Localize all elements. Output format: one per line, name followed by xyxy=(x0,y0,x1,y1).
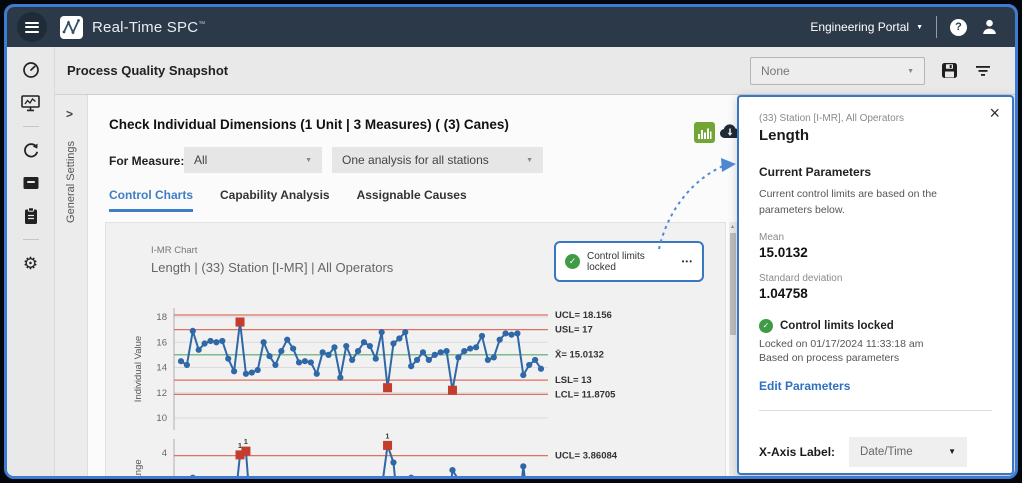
svg-text:1: 1 xyxy=(238,443,242,450)
chevron-down-icon: ▼ xyxy=(526,157,533,164)
svg-text:X̄= 15.0132: X̄= 15.0132 xyxy=(555,350,604,361)
chevron-down-icon: ▼ xyxy=(916,24,923,31)
control-chart-card: I-MR Chart Length | (33) Station [I-MR] … xyxy=(105,222,726,476)
user-account-icon[interactable] xyxy=(980,18,999,36)
chevron-down-icon: ▼ xyxy=(948,447,956,456)
general-settings-label: General Settings xyxy=(65,141,77,223)
expand-chevron-icon[interactable]: > xyxy=(66,107,73,121)
left-icon-rail: ⚙ xyxy=(7,47,55,476)
stddev-label: Standard deviation xyxy=(759,273,992,284)
locked-status: Control limits locked xyxy=(780,320,894,332)
filter-icon[interactable] xyxy=(975,65,991,77)
check-circle-icon: ✓ xyxy=(565,254,580,269)
panel-divider xyxy=(759,410,992,411)
chevron-down-icon: ▼ xyxy=(305,157,312,164)
rail-divider xyxy=(23,239,39,240)
analysis-mode-dropdown[interactable]: One analysis for all stations ▼ xyxy=(332,147,543,173)
tab-capability-analysis[interactable]: Capability Analysis xyxy=(220,188,330,212)
monitor-chart-icon[interactable] xyxy=(21,93,41,113)
parameters-panel: × (33) Station [I-MR], All Operators Len… xyxy=(737,95,1014,475)
for-measure-label: For Measure: xyxy=(109,154,184,168)
hamburger-menu-icon[interactable] xyxy=(17,12,47,42)
edit-parameters-link[interactable]: Edit Parameters xyxy=(759,379,992,393)
page-title: Process Quality Snapshot xyxy=(67,63,228,78)
chevron-down-icon: ▼ xyxy=(907,68,914,75)
svg-text:UCL= 18.156: UCL= 18.156 xyxy=(555,310,612,321)
svg-text:4: 4 xyxy=(162,448,167,459)
svg-text:Individual Value: Individual Value xyxy=(133,336,144,402)
parameters-description: Current control limits are based on the … xyxy=(759,187,979,219)
svg-text:1: 1 xyxy=(244,439,248,446)
xaxis-dropdown[interactable]: Date/Time ▼ xyxy=(849,437,967,467)
svg-text:14: 14 xyxy=(156,363,167,374)
archive-icon[interactable] xyxy=(21,173,41,193)
xaxis-label: X-Axis Label: xyxy=(759,445,835,459)
general-settings-strip[interactable]: > General Settings xyxy=(55,95,88,476)
svg-text:18: 18 xyxy=(156,312,167,323)
help-icon[interactable]: ? xyxy=(950,19,967,36)
brand-title: Real-Time SPC™ xyxy=(92,19,205,36)
control-limits-locked-button[interactable]: ✓ Control limits locked ••• xyxy=(554,241,704,282)
rail-divider xyxy=(23,126,39,127)
locked-basis: Based on process parameters xyxy=(759,352,992,364)
main-content: Check Individual Dimensions (1 Unit | 3 … xyxy=(88,95,737,476)
check-circle-icon: ✓ xyxy=(759,319,773,333)
svg-text:LSL= 13: LSL= 13 xyxy=(555,375,592,386)
locked-timestamp: Locked on 01/17/2024 11:33:18 am xyxy=(759,338,992,350)
save-icon[interactable] xyxy=(941,62,958,79)
svg-text:Moving Range: Moving Range xyxy=(133,459,144,476)
chart-type-label: I-MR Chart xyxy=(151,245,197,256)
mean-label: Mean xyxy=(759,232,992,243)
stddev-value: 1.04758 xyxy=(759,286,992,301)
chart-view-icon[interactable] xyxy=(694,122,715,143)
svg-text:1: 1 xyxy=(386,433,390,440)
panel-title: Length xyxy=(759,127,992,144)
svg-text:USL= 17: USL= 17 xyxy=(555,325,593,336)
navbar-divider xyxy=(936,16,937,38)
tab-bar: Control Charts Capability Analysis Assig… xyxy=(109,188,467,212)
page-toolbar: Process Quality Snapshot None ▼ xyxy=(55,47,1015,95)
chart-title: Length | (33) Station [I-MR] | All Opera… xyxy=(151,260,393,275)
current-parameters-heading: Current Parameters xyxy=(759,165,992,179)
svg-text:16: 16 xyxy=(156,337,167,348)
scroll-up-icon[interactable]: ▲ xyxy=(730,224,735,230)
cloud-download-icon[interactable] xyxy=(719,123,737,139)
top-navbar: Real-Time SPC™ Engineering Portal ▼ ? xyxy=(7,7,1015,47)
panel-context: (33) Station [I-MR], All Operators xyxy=(759,113,992,124)
more-options-icon[interactable]: ••• xyxy=(682,257,693,266)
mean-value: 15.0132 xyxy=(759,245,992,260)
imr-chart-plot[interactable]: 1012141618Individual ValueUCL= 18.156USL… xyxy=(111,278,711,476)
measure-dropdown[interactable]: All ▼ xyxy=(184,147,322,173)
dashboard-gauge-icon[interactable] xyxy=(21,60,41,80)
tab-assignable-causes[interactable]: Assignable Causes xyxy=(357,188,467,212)
svg-text:UCL= 3.86084: UCL= 3.86084 xyxy=(555,451,618,462)
app-window: Real-Time SPC™ Engineering Portal ▼ ? Pr… xyxy=(4,4,1018,479)
trademark: ™ xyxy=(198,21,205,28)
vertical-scrollbar[interactable]: ▲ xyxy=(729,222,737,476)
tab-control-charts[interactable]: Control Charts xyxy=(109,188,193,212)
analysis-heading: Check Individual Dimensions (1 Unit | 3 … xyxy=(109,117,509,132)
portal-selector[interactable]: Engineering Portal ▼ xyxy=(810,20,923,34)
svg-text:LCL= 11.8705: LCL= 11.8705 xyxy=(555,389,616,400)
sync-icon[interactable] xyxy=(21,140,41,160)
brand-logo-icon xyxy=(60,16,83,39)
preset-dropdown[interactable]: None ▼ xyxy=(750,57,925,85)
svg-text:10: 10 xyxy=(156,413,167,424)
close-icon[interactable]: × xyxy=(989,103,1000,124)
settings-gear-icon[interactable]: ⚙ xyxy=(21,253,41,273)
scrollbar-thumb[interactable] xyxy=(730,233,736,335)
clipboard-icon[interactable] xyxy=(21,206,41,226)
svg-text:12: 12 xyxy=(156,388,167,399)
